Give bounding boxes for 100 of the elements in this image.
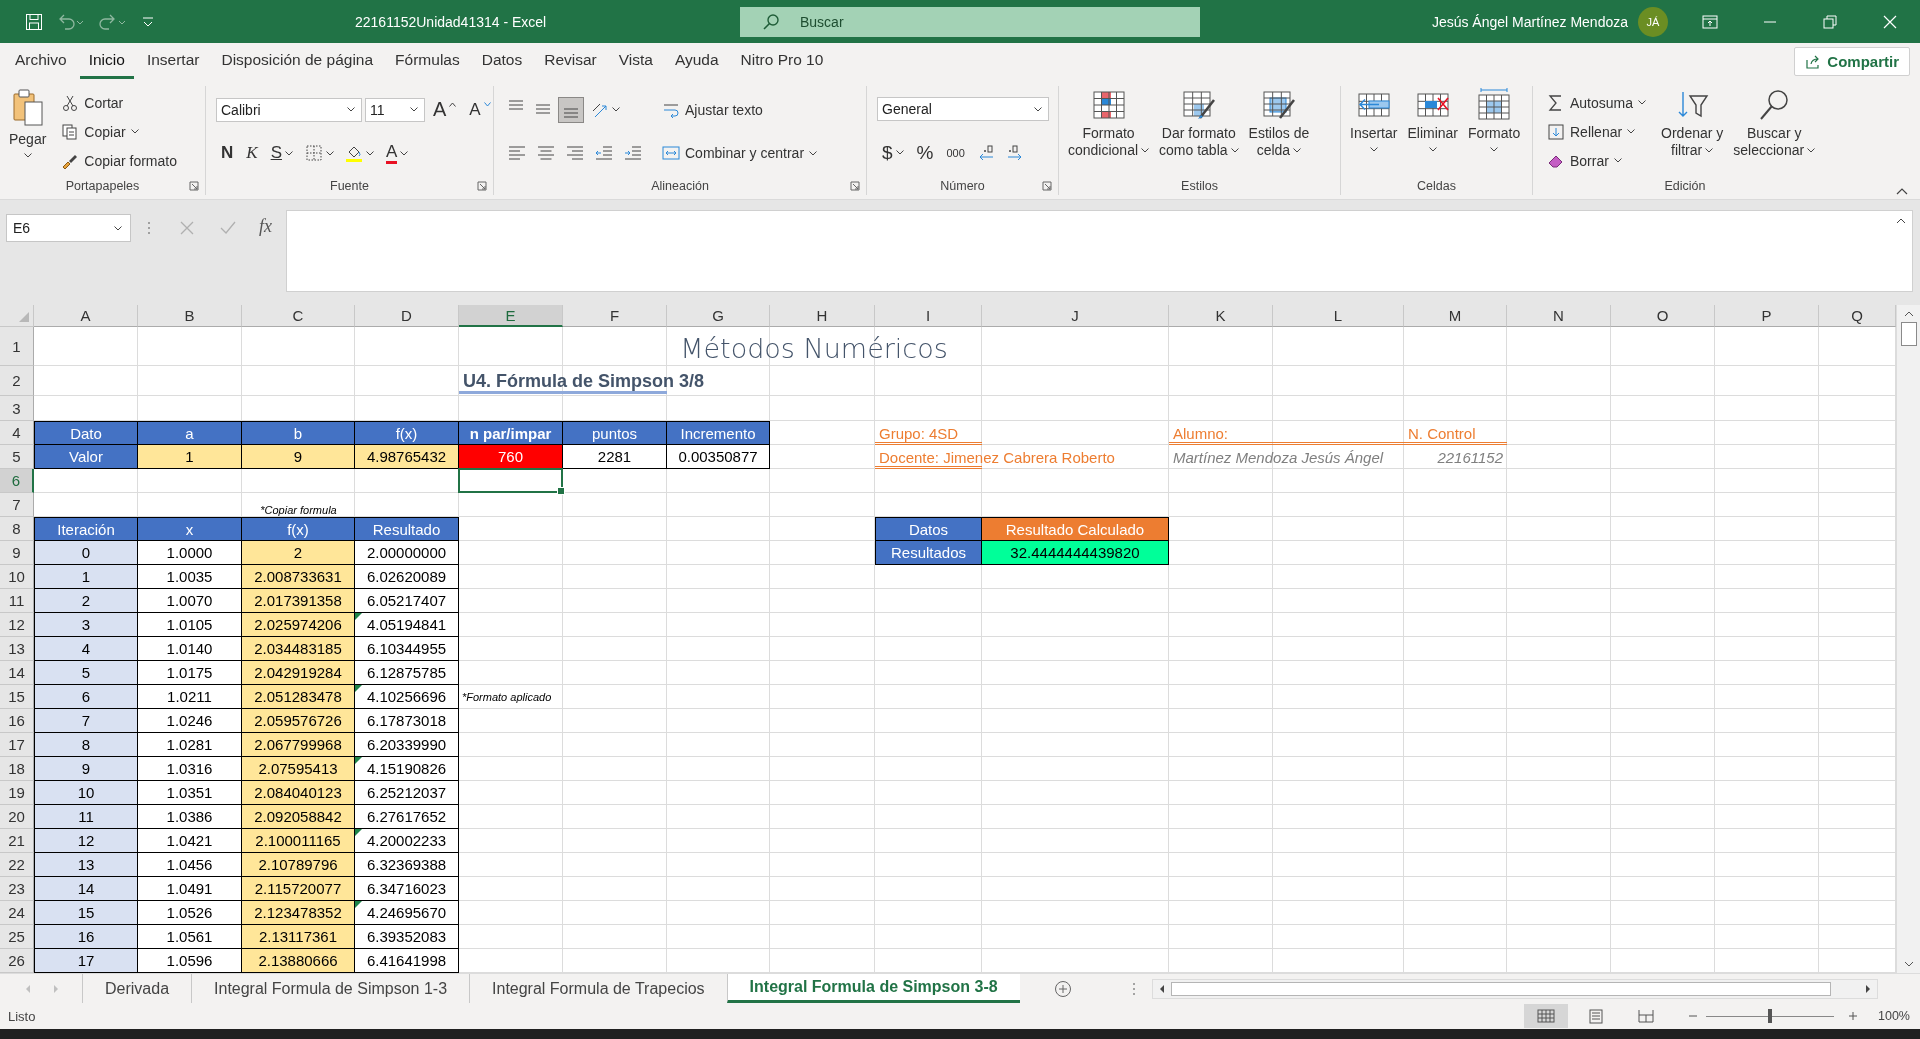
row-header[interactable]: 1: [0, 327, 34, 366]
menu-tab[interactable]: Disposición de página: [212, 44, 383, 79]
column-header[interactable]: H: [770, 305, 875, 327]
ribbon-button[interactable]: Autosuma: [1543, 89, 1651, 116]
more-icon[interactable]: [1131, 981, 1136, 996]
row-header[interactable]: 18: [0, 757, 34, 781]
row-header[interactable]: 25: [0, 925, 34, 949]
ribbon-button[interactable]: Eliminar: [1404, 86, 1462, 177]
vertical-scrollbar[interactable]: [1896, 305, 1920, 973]
column-header[interactable]: C: [242, 305, 355, 327]
cancel-icon[interactable]: [179, 220, 195, 236]
row-header[interactable]: 15: [0, 685, 34, 709]
restore-icon[interactable]: [1821, 12, 1839, 31]
ribbon-button[interactable]: Borrar: [1543, 147, 1626, 174]
launcher-icon[interactable]: [477, 181, 487, 191]
ribbon-button[interactable]: Formato condicional: [1065, 86, 1153, 177]
error-indicator-icon[interactable]: [355, 613, 362, 620]
save-icon[interactable]: [25, 12, 43, 31]
launcher-icon[interactable]: [850, 181, 860, 191]
format-button[interactable]: %: [911, 139, 939, 166]
ribbon-button[interactable]: Insertar: [1347, 86, 1401, 177]
ribbon-button[interactable]: Ajustar texto: [658, 96, 767, 123]
error-indicator-icon[interactable]: [355, 757, 362, 764]
ribbon-button[interactable]: Estilos de celda: [1245, 86, 1313, 177]
zoom-level[interactable]: 100%: [1878, 1009, 1910, 1023]
error-indicator-icon[interactable]: [355, 685, 362, 692]
menu-tab[interactable]: Vista: [609, 44, 662, 79]
menu-tab[interactable]: Archivo: [6, 44, 76, 79]
selected-cell[interactable]: [458, 468, 563, 493]
row-header[interactable]: 22: [0, 853, 34, 877]
share-button[interactable]: Compartir: [1794, 47, 1910, 76]
user-avatar[interactable]: JÁ: [1638, 6, 1668, 37]
formula-field[interactable]: [286, 210, 1913, 292]
row-header[interactable]: 5: [0, 445, 34, 469]
column-header[interactable]: N: [1507, 305, 1611, 327]
ribbon-button[interactable]: Copiar: [57, 118, 143, 145]
collapse-ribbon-icon[interactable]: [1896, 187, 1908, 195]
enter-icon[interactable]: [219, 220, 237, 236]
format-button[interactable]: $: [877, 139, 909, 166]
format-button[interactable]: 000: [941, 139, 970, 166]
column-header[interactable]: Q: [1819, 305, 1896, 327]
function-button[interactable]: fx: [259, 216, 272, 237]
row-header[interactable]: 10: [0, 565, 34, 589]
scroll-left-icon[interactable]: [1158, 983, 1165, 994]
ribbon-button[interactable]: Dar formato como tabla: [1156, 86, 1242, 177]
scroll-down-icon[interactable]: [1903, 961, 1914, 967]
fill-handle[interactable]: [557, 487, 565, 495]
add-sheet-icon[interactable]: [1053, 979, 1072, 998]
ribbon-button[interactable]: Copiar formato: [57, 147, 181, 174]
format-button[interactable]: A: [380, 140, 414, 167]
row-header[interactable]: 24: [0, 901, 34, 925]
column-header[interactable]: G: [667, 305, 770, 327]
ribbon-button[interactable]: Cortar: [57, 89, 128, 116]
ribbon-button[interactable]: Combinar y centrar: [658, 140, 822, 167]
format-button[interactable]: N: [216, 140, 239, 167]
ribbon-button[interactable]: Pegar: [6, 86, 50, 177]
column-header[interactable]: O: [1611, 305, 1715, 327]
error-indicator-icon[interactable]: [355, 901, 362, 908]
customize-icon[interactable]: [141, 14, 155, 29]
sheet-tab[interactable]: Integral Formula de Simpson 3-8: [726, 974, 1020, 1003]
row-header[interactable]: 13: [0, 637, 34, 661]
column-header[interactable]: E: [459, 305, 563, 327]
menu-tab[interactable]: Revisar: [535, 44, 606, 79]
row-header[interactable]: 4: [0, 421, 34, 445]
column-header[interactable]: A: [34, 305, 138, 327]
combo-box[interactable]: General: [877, 97, 1049, 122]
horizontal-scrollbar[interactable]: [1151, 978, 1878, 999]
row-header[interactable]: 12: [0, 613, 34, 637]
row-header[interactable]: 17: [0, 733, 34, 757]
scroll-right-icon[interactable]: [1864, 983, 1871, 994]
column-header[interactable]: K: [1169, 305, 1273, 327]
collapse-icon[interactable]: [1896, 217, 1906, 224]
row-header[interactable]: 20: [0, 805, 34, 829]
combo-box[interactable]: Calibri: [216, 97, 362, 122]
row-header[interactable]: 6: [0, 469, 34, 493]
row-header[interactable]: 11: [0, 589, 34, 613]
launcher-icon[interactable]: [189, 181, 199, 191]
column-header[interactable]: B: [138, 305, 242, 327]
zoom-in-icon[interactable]: [1848, 1011, 1858, 1021]
ribbon-display-icon[interactable]: [1701, 12, 1719, 31]
row-header[interactable]: 8: [0, 517, 34, 541]
row-header[interactable]: 7: [0, 493, 34, 517]
column-header[interactable]: P: [1715, 305, 1819, 327]
ribbon-button[interactable]: Buscar y seleccionar: [1730, 86, 1819, 177]
undo-icon[interactable]: [57, 12, 85, 31]
format-button[interactable]: K: [241, 140, 263, 167]
ribbon-button[interactable]: Formato: [1465, 86, 1524, 177]
row-header[interactable]: 14: [0, 661, 34, 685]
menu-tab[interactable]: Ayuda: [665, 44, 728, 79]
combo-box[interactable]: 11: [365, 97, 425, 122]
menu-tab[interactable]: Fórmulas: [386, 44, 469, 79]
more-icon[interactable]: [147, 221, 151, 235]
format-button[interactable]: A: [428, 96, 462, 123]
menu-tab[interactable]: Insertar: [137, 44, 209, 79]
column-header[interactable]: D: [355, 305, 459, 327]
view-button[interactable]: [1524, 1004, 1568, 1028]
column-header[interactable]: L: [1273, 305, 1404, 327]
format-button[interactable]: S: [265, 140, 298, 167]
search-field[interactable]: Buscar: [740, 6, 1200, 37]
column-header[interactable]: J: [982, 305, 1169, 327]
